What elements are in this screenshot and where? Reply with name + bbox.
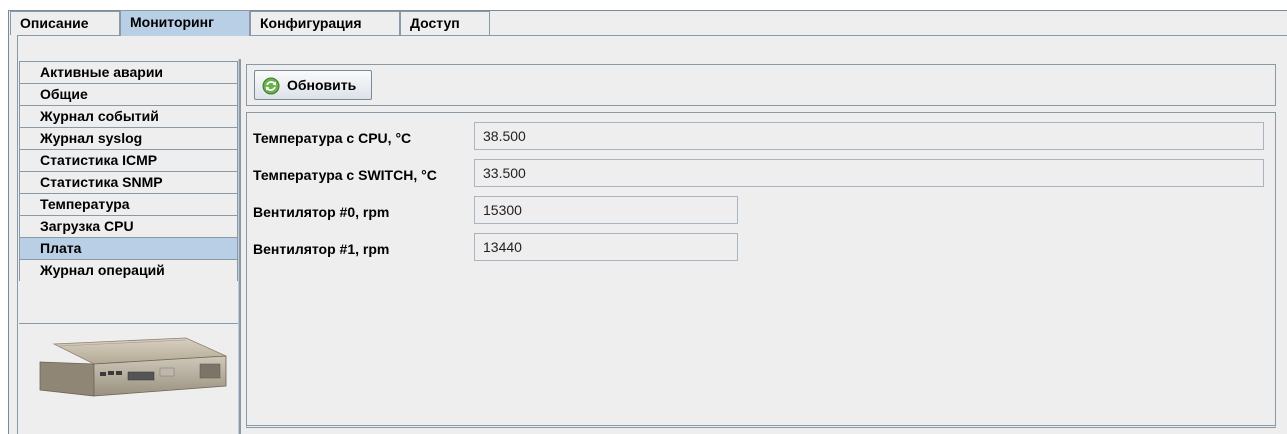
refresh-icon: [262, 77, 280, 95]
sidebar-item-event-log[interactable]: Журнал событий: [19, 105, 238, 127]
fan0-label: Вентилятор #0, rpm: [253, 204, 390, 220]
device-image: [39, 337, 227, 397]
refresh-button-label: Обновить: [287, 77, 357, 93]
sidebar-item-cpu-load[interactable]: Загрузка CPU: [19, 215, 238, 237]
tab-description[interactable]: Описание: [10, 11, 120, 35]
toolbar: Обновить: [246, 64, 1276, 106]
tab-monitoring[interactable]: Мониторинг: [120, 10, 250, 36]
tab-configuration[interactable]: Конфигурация: [250, 11, 400, 35]
board-info-panel: Температура с CPU, °C 38.500 Температура…: [246, 112, 1276, 428]
refresh-button[interactable]: Обновить: [254, 70, 372, 100]
fan1-label: Вентилятор #1, rpm: [253, 241, 390, 257]
fan1-field[interactable]: 13440: [474, 233, 738, 261]
sidebar-item-icmp-stats[interactable]: Статистика ICMP: [19, 149, 238, 171]
sidebar-item-operations-log[interactable]: Журнал операций: [19, 259, 238, 281]
switch-temp-field[interactable]: 33.500: [474, 159, 1264, 187]
switch-temp-label: Температура с SWITCH, °C: [253, 167, 437, 183]
cpu-temp-field[interactable]: 38.500: [474, 122, 1264, 150]
fan0-field[interactable]: 15300: [474, 196, 738, 224]
tab-access[interactable]: Доступ: [400, 11, 490, 35]
sidebar-item-active-alarms[interactable]: Активные аварии: [19, 61, 238, 83]
sidebar-item-syslog[interactable]: Журнал syslog: [19, 127, 238, 149]
sidebar-item-board[interactable]: Плата: [19, 237, 238, 259]
sidebar-divider: [19, 323, 238, 324]
sidebar-item-temperature[interactable]: Температура: [19, 193, 238, 215]
sidebar-item-snmp-stats[interactable]: Статистика SNMP: [19, 171, 238, 193]
cpu-temp-label: Температура с CPU, °C: [253, 130, 412, 146]
main-panel: Обновить Температура с CPU, °C 38.500 Те…: [241, 59, 1287, 434]
sidebar-item-general[interactable]: Общие: [19, 83, 238, 105]
